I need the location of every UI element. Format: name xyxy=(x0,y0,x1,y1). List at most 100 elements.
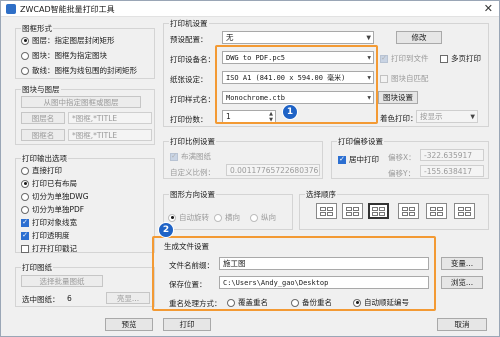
radio-icon xyxy=(21,166,29,175)
scale-section: 打印比例设置 ✓ 布满图纸 自定义比例： 0.00117765722680376 xyxy=(163,136,323,179)
browse-button[interactable]: 浏览... xyxy=(441,276,483,289)
layer-name-button[interactable]: 图层名 xyxy=(21,112,65,124)
frame-type-section: 图框形式 图层：指定图层封闭矩形 图块：图框为指定图块 散线：图框为线包围的封闭… xyxy=(15,23,155,79)
radio-icon xyxy=(250,213,258,222)
pick-from-drawing-button[interactable]: 从图中指定图框或图层 xyxy=(21,96,141,108)
rename-overwrite[interactable]: 覆盖重名 xyxy=(227,297,268,308)
highlight-button[interactable]: 亮显... xyxy=(106,292,150,304)
radio-icon xyxy=(21,205,29,214)
check-plot-stamp[interactable]: 打开打印戳记 xyxy=(21,243,77,254)
center-print-check[interactable]: ✓ 居中打印 xyxy=(338,154,379,165)
frame-option-layer[interactable]: 图层：指定图层封闭矩形 xyxy=(21,35,115,46)
chevron-down-icon: ▼ xyxy=(366,34,371,41)
layer-block-title: 图块与图层 xyxy=(21,84,61,95)
modify-button[interactable]: 修改 xyxy=(396,31,442,44)
order-row-lr-icon[interactable] xyxy=(316,203,337,219)
block-auto-match-check[interactable]: 图块自匹配 xyxy=(380,73,429,84)
sheets-title: 打印图纸 xyxy=(21,262,53,273)
offset-section: 打印偏移设置 ✓ 居中打印 偏移X： -322.635917 偏移Y： -155.… xyxy=(331,136,489,179)
check-transparency[interactable]: ✓ 打印透明度 xyxy=(21,230,70,241)
preset-combo[interactable]: 无 ▼ xyxy=(222,31,374,44)
direction-landscape[interactable]: 横向 xyxy=(214,212,240,223)
block-name-field[interactable]: *图框,*TITLE xyxy=(68,129,152,141)
radio-selected-icon xyxy=(168,213,176,222)
order-col-tb-icon[interactable] xyxy=(342,203,363,219)
offset-x-field[interactable]: -322.635917 xyxy=(420,149,484,161)
chevron-down-icon: ▼ xyxy=(470,113,475,120)
color-print-label: 着色打印： xyxy=(380,114,418,123)
block-settings-button[interactable]: 图块设置 xyxy=(378,91,418,104)
direction-portrait[interactable]: 纵向 xyxy=(250,212,276,223)
generate-title: 生成文件设置 xyxy=(164,242,209,251)
order-title: 选择顺序 xyxy=(305,189,337,200)
checkbox-icon xyxy=(21,244,29,253)
direction-auto-rotate[interactable]: 自动旋转 xyxy=(168,212,209,223)
cancel-button[interactable]: 取消 xyxy=(437,318,487,331)
order-row-rl-icon[interactable] xyxy=(398,203,419,219)
block-name-button[interactable]: 图框名 xyxy=(21,129,65,141)
print-to-file-check[interactable]: ✓ 打印到文件 xyxy=(380,53,429,64)
radio-icon xyxy=(21,51,29,60)
custom-scale-label: 自定义比例： xyxy=(170,168,215,177)
dialog-window: ZWCAD智能批量打印工具 ✕ 图框形式 图层：指定图层封闭矩形 图块：图框为指… xyxy=(0,0,500,337)
radio-icon xyxy=(21,192,29,201)
frame-option-block[interactable]: 图块：图框为指定图块 xyxy=(21,50,107,61)
select-sheets-button[interactable]: 选择批量图纸 xyxy=(21,275,103,287)
offset-y-label: 偏移Y： xyxy=(388,169,416,178)
checkmark-icon: ✓ xyxy=(170,152,178,161)
path-field[interactable]: C:\Users\Andy_gao\Desktop xyxy=(219,276,429,289)
radio-icon xyxy=(214,213,222,222)
output-options-section: 打印输出选项 直接打印 打印已有布局 切分为单独DWG 切分为单独PDF ✓ 打印… xyxy=(15,153,155,254)
printer-title: 打印机设置 xyxy=(169,18,209,29)
radio-selected-icon xyxy=(353,298,361,307)
output-options-title: 打印输出选项 xyxy=(21,153,68,164)
offset-x-label: 偏移X： xyxy=(388,153,416,162)
rename-backup[interactable]: 备份重名 xyxy=(291,297,332,308)
output-print-layouts[interactable]: 打印已有布局 xyxy=(21,178,77,189)
selected-sheets-label: 选中图纸： xyxy=(22,295,60,304)
print-button[interactable]: 打印 xyxy=(163,318,211,331)
offset-y-field[interactable]: -155.638417 xyxy=(420,165,484,177)
variables-button[interactable]: 变量... xyxy=(441,257,483,270)
device-label: 打印设备名： xyxy=(170,55,215,64)
prefix-field[interactable]: 施工图 xyxy=(219,257,429,270)
close-icon[interactable]: ✕ xyxy=(484,2,493,15)
fit-paper-check[interactable]: ✓ 布满图纸 xyxy=(170,151,211,162)
multipage-check[interactable]: 多页打印 xyxy=(440,53,481,64)
order-col-tb2-icon[interactable] xyxy=(426,203,447,219)
title-bar: ZWCAD智能批量打印工具 ✕ xyxy=(1,1,499,17)
order-col-bt2-icon[interactable] xyxy=(454,203,475,219)
color-print-combo[interactable]: 按显示 ▼ xyxy=(416,110,478,123)
frame-type-title: 图框形式 xyxy=(21,23,53,34)
app-icon xyxy=(6,4,16,14)
path-label: 保存位置： xyxy=(169,280,207,289)
output-direct-print[interactable]: 直接打印 xyxy=(21,165,62,176)
checkmark-icon: ✓ xyxy=(21,231,29,240)
radio-icon xyxy=(227,298,235,307)
custom-scale-field[interactable]: 0.00117765722680376 xyxy=(226,164,320,176)
order-col-bt-icon[interactable] xyxy=(368,203,389,219)
radio-icon xyxy=(21,66,29,75)
prefix-label: 文件名前缀： xyxy=(169,261,214,270)
sheets-section: 打印图纸 选择批量图纸 选中图纸： 6 亮显... xyxy=(15,262,155,307)
direction-section: 图形方向设置 自动旋转 横向 纵向 xyxy=(163,189,293,230)
frame-option-lines[interactable]: 散线：图框为线包围的封闭矩形 xyxy=(21,65,137,76)
callout-badge-1: 1 xyxy=(282,104,298,120)
preset-label: 预设配置： xyxy=(170,35,208,44)
layer-name-field[interactable]: *图框,*TITLE xyxy=(68,112,152,124)
window-title: ZWCAD智能批量打印工具 xyxy=(20,5,115,14)
check-lineweight[interactable]: ✓ 打印对象线宽 xyxy=(21,217,77,228)
copies-label: 打印份数： xyxy=(170,115,208,124)
checkbox-icon xyxy=(440,54,448,63)
paper-label: 纸张设定： xyxy=(170,75,208,84)
preview-button[interactable]: 预览 xyxy=(105,318,153,331)
output-split-pdf[interactable]: 切分为单独PDF xyxy=(21,204,84,215)
callout-badge-2: 2 xyxy=(158,222,174,238)
radio-selected-icon xyxy=(21,36,29,45)
rename-auto-increment[interactable]: 自动顺延编号 xyxy=(353,297,409,308)
layer-block-section: 图块与图层 从图中指定图框或图层 图层名 *图框,*TITLE 图框名 *图框,… xyxy=(15,84,155,145)
output-split-dwg[interactable]: 切分为单独DWG xyxy=(21,191,89,202)
radio-selected-icon xyxy=(21,179,29,188)
selected-sheets-count: 6 xyxy=(67,294,72,303)
direction-title: 图形方向设置 xyxy=(169,189,216,200)
